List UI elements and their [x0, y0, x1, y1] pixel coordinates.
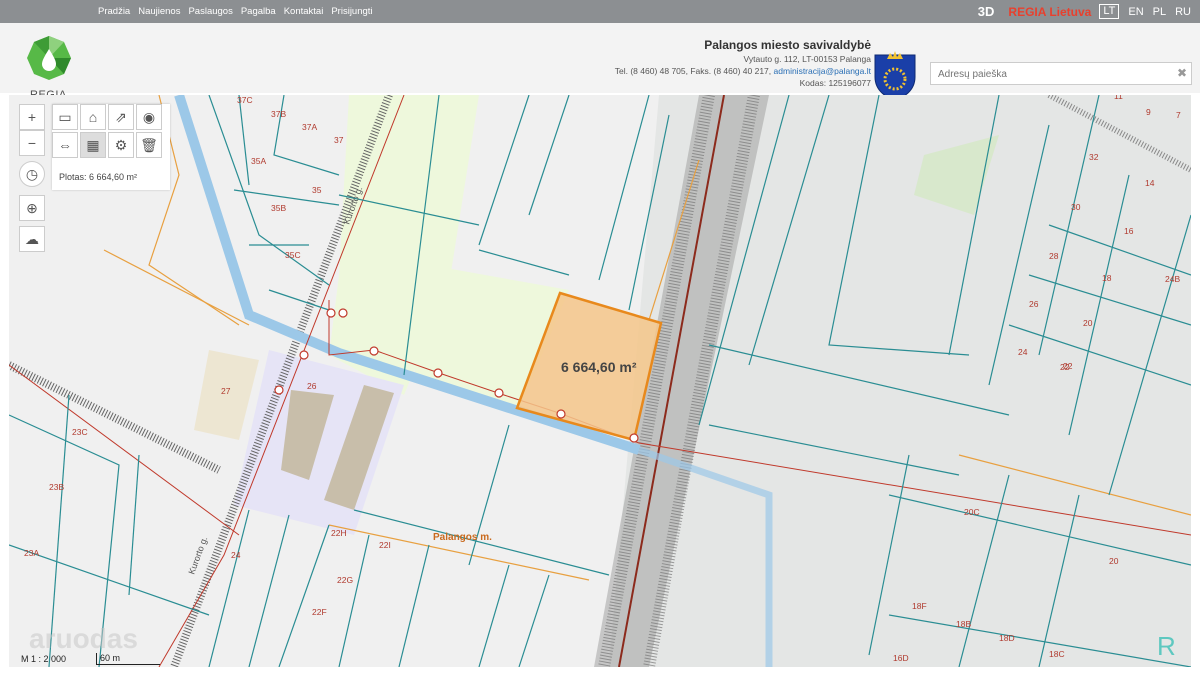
parcel-number-label: 37C: [237, 95, 253, 105]
municipality-address: Vytauto g. 112, LT-00153 Palanga: [743, 54, 871, 64]
parcel-number-label: 11: [1114, 95, 1123, 101]
zoom-out-button[interactable]: −: [19, 130, 45, 156]
parcel-number-label: 18C: [1049, 649, 1065, 659]
top-navigation: Pradžia Naujienos Paslaugos Pagalba Kont…: [98, 0, 373, 23]
parcel-number-label: 24: [1018, 347, 1028, 357]
parcel-number-label: 16D: [893, 653, 909, 663]
map-scale: M 1 : 2 000: [21, 654, 67, 664]
export-icon[interactable]: ⇗: [108, 104, 134, 130]
map-layer: 6 664,60 m² 37C 37B 37A 37 35A 35 35B 35C 27 26 23…: [9, 95, 1191, 667]
parcel-number-label: 23B: [49, 482, 64, 492]
language-pl[interactable]: PL: [1153, 6, 1166, 18]
parcel-number-label: 20: [1083, 318, 1093, 328]
parcel-area-label: 6 664,60 m²: [561, 359, 637, 375]
parcel-number-label: 35C: [285, 250, 301, 260]
nav-services-link[interactable]: Paslaugos: [188, 6, 232, 17]
watermark: aruodas: [29, 623, 138, 654]
parcel-number-label: 7: [1176, 110, 1181, 120]
nav-contacts-link[interactable]: Kontaktai: [284, 6, 324, 17]
parcel-number-label: 28: [1049, 251, 1059, 261]
pin-icon[interactable]: ⌂: [80, 104, 106, 130]
parcel-number-label: 23A: [24, 548, 39, 558]
parcel-number-label: 22: [1060, 362, 1070, 372]
parcel-number-label: 22F: [312, 607, 327, 617]
parcel-number-label: 22I: [379, 540, 391, 550]
town-label: Palangos m.: [433, 532, 492, 543]
area-measurement-label: Plotas: 6 664,60 m²: [59, 172, 138, 182]
language-ru[interactable]: RU: [1175, 6, 1191, 18]
compass-icon[interactable]: ◷: [19, 161, 45, 187]
parcel-number-label: 23C: [72, 427, 88, 437]
locate-icon[interactable]: ⊕: [19, 195, 45, 221]
street-label: Kurorto g.: [186, 535, 209, 576]
regia-logo-icon[interactable]: [26, 35, 72, 81]
municipality-contacts: Tel. (8 460) 48 705, Faks. (8 460) 40 21…: [615, 66, 871, 76]
shape-icon[interactable]: ☁: [19, 226, 45, 252]
measure-length-icon[interactable]: ▭: [52, 104, 78, 130]
address-search: ✖: [930, 62, 1192, 85]
parcel-number-label: 35: [312, 185, 322, 195]
nav-help-link[interactable]: Pagalba: [241, 6, 276, 17]
parcel-number-label: 26: [1029, 299, 1039, 309]
parcel-number-label: 37: [334, 135, 344, 145]
parcel-number-label: 37B: [271, 109, 286, 119]
parcel-number-label: 22G: [337, 575, 353, 585]
top-right-controls: 3D REGIA Lietuva LT EN PL RU: [978, 0, 1200, 23]
parcel-number-label: 18F: [912, 601, 927, 611]
rc-logo-icon: R: [1157, 631, 1176, 661]
parcel-number-label: 18B: [956, 619, 971, 629]
parcel-number-label: 27: [221, 386, 231, 396]
parcel-number-label: 14: [1145, 178, 1155, 188]
language-lt[interactable]: LT: [1099, 4, 1120, 19]
map-canvas[interactable]: 6 664,60 m² 37C 37B 37A 37 35A 35 35B 35C 27 26 23…: [9, 95, 1191, 667]
parcel-number-label: 30: [1071, 202, 1081, 212]
close-icon[interactable]: ✖: [1177, 66, 1187, 80]
regia-lietuva-link[interactable]: REGIA Lietuva: [1008, 5, 1091, 19]
header: REGIA Palangos miesto savivaldybė Vytaut…: [0, 23, 1200, 101]
scale-bar: 60 m: [96, 653, 160, 665]
parcel-number-label: 26: [307, 381, 317, 391]
nav-login-link[interactable]: Prisijungti: [331, 6, 372, 17]
coat-of-arms-icon: [873, 49, 917, 101]
parcel-number-label: 35B: [271, 203, 286, 213]
parcel-number-label: 24: [231, 550, 241, 560]
municipality-info: Palangos miesto savivaldybė Vytauto g. 1…: [615, 38, 871, 88]
parcel-number-label: 9: [1146, 107, 1151, 117]
measure-distance-icon[interactable]: ⇔: [52, 132, 78, 158]
settings-icon[interactable]: ⚙: [108, 132, 134, 158]
municipality-email-link[interactable]: administracija@palanga.lt: [774, 66, 871, 76]
top-bar: Pradžia Naujienos Paslaugos Pagalba Kont…: [0, 0, 1200, 23]
municipality-phone: Tel. (8 460) 48 705, Faks. (8 460) 40 21…: [614, 66, 772, 76]
zoom-in-button[interactable]: +: [19, 104, 45, 130]
municipality-name: Palangos miesto savivaldybė: [704, 38, 871, 52]
parcel-number-label: 20C: [964, 507, 980, 517]
parcel-number-label: 20: [1109, 556, 1119, 566]
nav-news-link[interactable]: Naujienos: [138, 6, 180, 17]
address-search-input[interactable]: [936, 63, 1170, 85]
parcel-number-label: 24B: [1165, 274, 1180, 284]
parcel-number-label: 18D: [999, 633, 1015, 643]
parcel-number-label: 35A: [251, 156, 266, 166]
language-en[interactable]: EN: [1128, 6, 1143, 18]
measure-area-icon[interactable]: ▦: [80, 132, 106, 158]
municipality-code: Kodas: 125196077: [799, 78, 871, 88]
trash-icon[interactable]: 🗑: [136, 132, 162, 158]
parcel-number-label: 22H: [331, 528, 347, 538]
parcel-number-label: 37A: [302, 122, 317, 132]
parcel-number-label: 18: [1102, 273, 1112, 283]
nav-home-link[interactable]: Pradžia: [98, 6, 130, 17]
parcel-number-label: 32: [1089, 152, 1099, 162]
parcel-number-label: 16: [1124, 226, 1134, 236]
point-icon[interactable]: ◉: [136, 104, 162, 130]
3d-button[interactable]: 3D: [978, 4, 995, 19]
